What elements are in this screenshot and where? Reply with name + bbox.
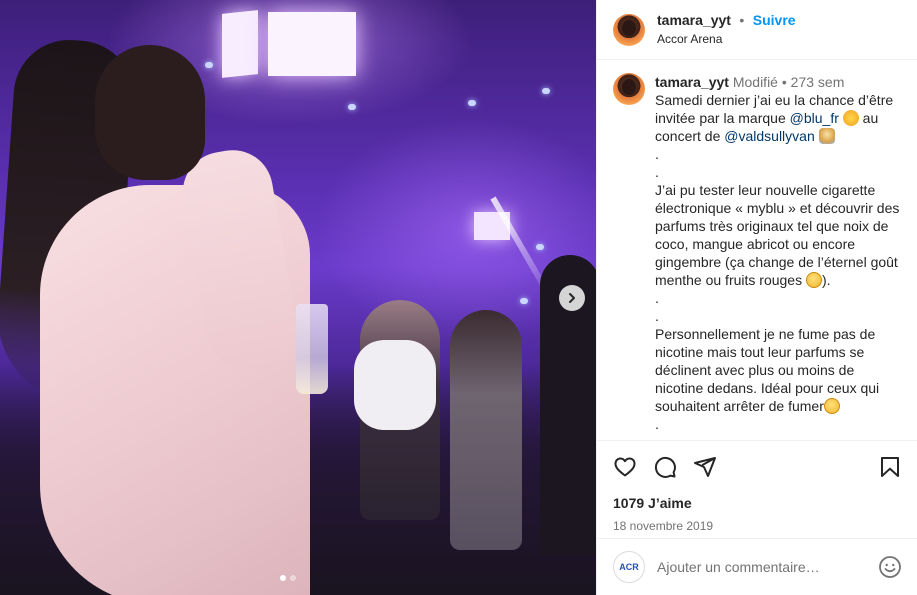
- save-button[interactable]: [878, 455, 902, 479]
- caption-text: au: [858, 110, 879, 126]
- grinning-emoji-icon: [823, 398, 840, 414]
- stage-screen-right: [268, 12, 356, 76]
- caption-line: nicotine mais tout leur parfums se: [655, 344, 865, 360]
- caption-text: invitée par la marque: [655, 110, 790, 126]
- location-link[interactable]: Accor Arena: [657, 30, 796, 48]
- mention-link[interactable]: @valdsullyvan: [724, 128, 814, 144]
- smiling-emoji-icon: [805, 272, 822, 288]
- caption-line: J’ai pu tester leur nouvelle cigarette: [655, 182, 876, 198]
- stage-light: [520, 298, 528, 304]
- caption-line: parfums très originaux tel que noix de: [655, 218, 889, 234]
- stage-light: [542, 88, 550, 94]
- caption-line: Samedi dernier j’ai eu la chance d’être: [655, 92, 894, 108]
- like-button[interactable]: [613, 455, 637, 479]
- caption-line: menthe ou fruits rouges ).: [655, 271, 902, 289]
- person-in-hoodie: [354, 300, 440, 520]
- caption-line: gingembre (ça change de l’éternel goût: [655, 254, 898, 270]
- post-age[interactable]: 273 sem: [791, 74, 845, 90]
- stage-screen-left: [222, 10, 258, 78]
- caption: tamara_yyt Modifié • 273 sem Samedi dern…: [613, 73, 902, 433]
- bookmark-icon: [881, 457, 899, 477]
- like-count[interactable]: 1079 J’aime: [613, 495, 902, 511]
- carousel-dot: [290, 575, 296, 581]
- caption-area: tamara_yyt Modifié • 273 sem Samedi dern…: [597, 61, 917, 439]
- caption-avatar[interactable]: [613, 73, 645, 105]
- edited-label: Modifié: [732, 74, 778, 90]
- caption-text: concert de: [655, 128, 725, 144]
- fairy-emoji-icon: [818, 128, 835, 144]
- stage-light: [205, 62, 213, 68]
- stage-light: [468, 100, 476, 106]
- caption-line: Personnellement je ne fume pas de: [655, 326, 876, 342]
- follow-button[interactable]: Suivre: [753, 12, 796, 28]
- caption-line: .: [655, 164, 659, 180]
- stage-light: [536, 244, 544, 250]
- caption-line: concert de @valdsullyvan: [655, 127, 902, 145]
- caption-line: .: [655, 416, 659, 432]
- post-date[interactable]: 18 novembre 2019: [613, 519, 902, 533]
- send-icon: [694, 457, 716, 477]
- caption-text: souhaitent arrêter de fumer: [655, 398, 824, 414]
- author-avatar[interactable]: [613, 13, 645, 46]
- caption-line: .: [655, 146, 659, 162]
- carousel-dot-active: [280, 575, 286, 581]
- caption-username[interactable]: tamara_yyt: [655, 74, 729, 90]
- caption-line: souhaitent arrêter de fumer: [655, 397, 902, 415]
- add-comment-bar: ACR: [597, 538, 917, 595]
- comment-button[interactable]: [653, 455, 677, 479]
- separator-dot: •: [781, 74, 787, 90]
- caption-line: .: [655, 290, 659, 306]
- heart-icon: [614, 457, 636, 477]
- woman-head: [95, 45, 205, 180]
- caption-line: nicotine dedans. Idéal pour ceux qui: [655, 380, 880, 396]
- post-sidebar: tamara_yyt • Suivre Accor Arena tamara_y…: [596, 0, 917, 595]
- comment-input[interactable]: [657, 559, 878, 575]
- plastic-cup: [296, 304, 328, 394]
- caption-text: ).: [821, 272, 831, 288]
- caption-text: menthe ou fruits rouges: [655, 272, 806, 288]
- separator-dot: •: [739, 12, 745, 28]
- post-header: tamara_yyt • Suivre Accor Arena: [597, 0, 917, 60]
- caption-line: coco, mangue abricot ou encore: [655, 236, 856, 252]
- stage-light: [348, 104, 356, 110]
- caption-line: invitée par la marque @blu_fr au: [655, 109, 902, 127]
- post-photo[interactable]: [0, 0, 596, 595]
- mention-link[interactable]: @blu_fr: [790, 110, 839, 126]
- caption-line: .: [655, 308, 659, 324]
- comment-icon: [654, 456, 676, 478]
- viewer-avatar: ACR: [613, 551, 645, 583]
- chevron-right-icon: [569, 293, 575, 303]
- carousel-dots: [280, 575, 296, 581]
- caption-line: électronique « myblu » et découvrir des: [655, 200, 900, 216]
- next-slide-button[interactable]: [559, 285, 585, 311]
- caption-line: déclinent avec plus ou moins de: [655, 362, 855, 378]
- action-bar: 1079 J’aime 18 novembre 2019: [597, 440, 917, 533]
- smiley-icon: [879, 556, 901, 578]
- star-eyes-emoji-icon: [842, 110, 859, 126]
- person-in-grey: [450, 310, 522, 550]
- emoji-picker-button[interactable]: [878, 555, 902, 579]
- share-button[interactable]: [693, 455, 717, 479]
- author-username[interactable]: tamara_yyt: [657, 12, 731, 28]
